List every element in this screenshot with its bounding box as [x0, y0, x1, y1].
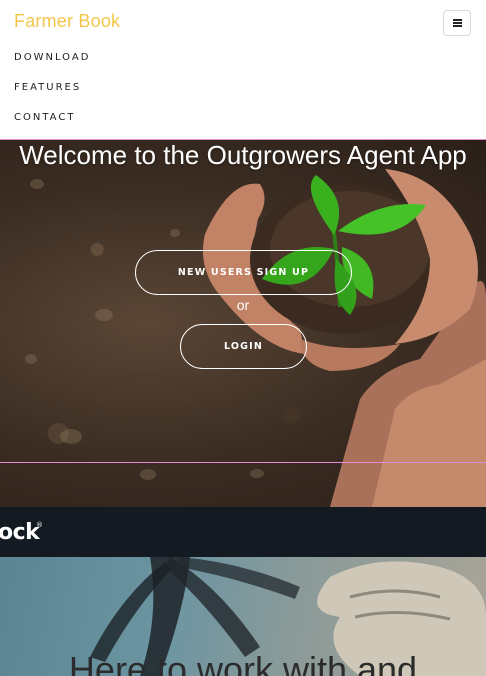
or-separator: or — [236, 297, 250, 313]
brand-logo-link[interactable]: Farmer Book — [14, 11, 120, 32]
login-button[interactable]: LOGIN — [180, 324, 307, 369]
navbar: Farmer Book DOWNLOAD FEATURES CONTACT — [0, 0, 486, 140]
feature-image-section: Here to work with and — [0, 557, 486, 676]
page: Farmer Book DOWNLOAD FEATURES CONTACT We… — [0, 0, 486, 676]
registered-mark-icon: ® — [36, 521, 43, 529]
section-heading: Here to work with and — [68, 649, 418, 676]
hero-title: Welcome to the Outgrowers Agent App — [19, 140, 467, 170]
logo-band: ock ® — [0, 507, 486, 557]
partner-logo-text: ock — [0, 520, 40, 545]
nav-item-download[interactable]: DOWNLOAD — [14, 48, 90, 78]
nav-item-contact[interactable]: CONTACT — [14, 108, 90, 138]
hands-seedling-illustration — [202, 169, 486, 507]
nav-item-features[interactable]: FEATURES — [14, 78, 90, 108]
nav-menu: DOWNLOAD FEATURES CONTACT — [14, 48, 90, 138]
hamburger-icon — [452, 19, 462, 27]
menu-toggle-button[interactable] — [443, 10, 471, 36]
hero-section: Welcome to the Outgrowers Agent App NEW … — [0, 139, 486, 507]
new-users-sign-up-button[interactable]: NEW USERS SIGN UP — [135, 250, 352, 295]
